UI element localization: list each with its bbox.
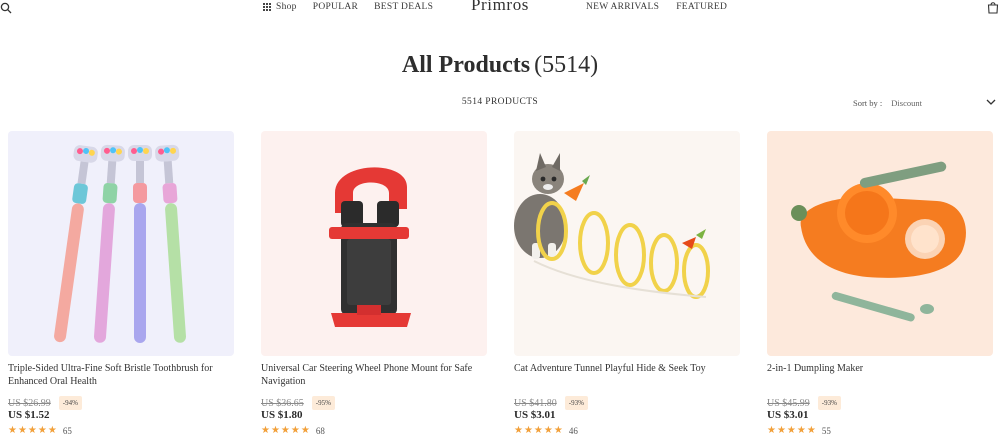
star-rating-icon: ★★★★★ [261, 425, 311, 434]
discount-badge: -94% [58, 396, 82, 410]
product-image-dumpling-maker[interactable] [767, 131, 993, 356]
page-title-text: All Products [401, 52, 531, 78]
site-logo[interactable]: Primros [471, 0, 529, 14]
product-name[interactable]: Cat Adventure Tunnel Playful Hide & Seek… [514, 362, 740, 390]
nav-featured[interactable]: FEATURED [676, 2, 727, 12]
rating-row: ★★★★★ 68 [261, 425, 487, 434]
search-icon[interactable] [0, 2, 12, 14]
nav-best-deals[interactable]: BEST DEALS [374, 2, 433, 12]
site-header: Shop POPULAR BEST DEALS Primros NEW ARRI… [0, 0, 1000, 16]
star-rating-icon: ★★★★★ [8, 425, 58, 434]
product-image-phone-mount[interactable] [261, 131, 487, 356]
page-title-count: (5514) [534, 52, 599, 78]
sale-price: US $3.01 [514, 409, 556, 421]
review-count: 68 [315, 425, 325, 434]
review-count: 46 [568, 425, 578, 434]
product-name[interactable]: Triple-Sided Ultra-Fine Soft Bristle Too… [8, 362, 234, 390]
sort-label: Sort by : [853, 98, 883, 108]
original-price: US $41.80 [514, 397, 557, 409]
sale-price: US $3.01 [767, 409, 809, 421]
product-card[interactable]: Universal Car Steering Wheel Phone Mount… [261, 131, 487, 434]
product-count: 5514 PRODUCTS [461, 97, 539, 107]
sort-dropdown[interactable]: Sort by : Discount [853, 96, 1000, 110]
review-count: 55 [821, 425, 831, 434]
rating-row: ★★★★★ 55 [767, 425, 993, 434]
discount-badge: -93% [817, 396, 841, 410]
product-name[interactable]: Universal Car Steering Wheel Phone Mount… [261, 362, 487, 390]
nav-popular[interactable]: POPULAR [313, 2, 358, 12]
shopping-bag-icon[interactable] [987, 1, 999, 14]
nav-shop[interactable]: Shop [263, 2, 297, 12]
nav-shop-label: Shop [276, 2, 297, 12]
sort-value: Discount [891, 98, 922, 108]
product-card[interactable]: Cat Adventure Tunnel Playful Hide & Seek… [514, 131, 740, 434]
star-rating-icon: ★★★★★ [767, 425, 817, 434]
product-name[interactable]: 2-in-1 Dumpling Maker [767, 362, 993, 390]
product-image-cat-tunnel[interactable] [514, 131, 740, 356]
nav-new-arrivals[interactable]: NEW ARRIVALS [586, 2, 659, 12]
grid-icon [263, 3, 271, 11]
sale-price: US $1.52 [8, 409, 50, 421]
original-price: US $36.65 [261, 397, 304, 409]
page-title: All Products (5514) [0, 52, 1000, 79]
original-price: US $26.99 [8, 397, 51, 409]
rating-row: ★★★★★ 46 [514, 425, 740, 434]
product-image-toothbrush[interactable] [8, 131, 234, 356]
rating-row: ★★★★★ 65 [8, 425, 234, 434]
discount-badge: -95% [311, 396, 335, 410]
review-count: 65 [62, 425, 72, 434]
product-card[interactable]: Triple-Sided Ultra-Fine Soft Bristle Too… [8, 131, 234, 434]
original-price: US $45.99 [767, 397, 810, 409]
chevron-down-icon [986, 99, 996, 105]
sale-price: US $1.80 [261, 409, 303, 421]
product-card[interactable]: 2-in-1 Dumpling Maker US $45.99 -93% US … [767, 131, 993, 434]
star-rating-icon: ★★★★★ [514, 425, 564, 434]
nav-left: Shop POPULAR BEST DEALS [263, 2, 433, 12]
logo-wrap: Primros [0, 0, 1000, 15]
nav-right: NEW ARRIVALS FEATURED [586, 2, 727, 12]
discount-badge: -93% [564, 396, 588, 410]
